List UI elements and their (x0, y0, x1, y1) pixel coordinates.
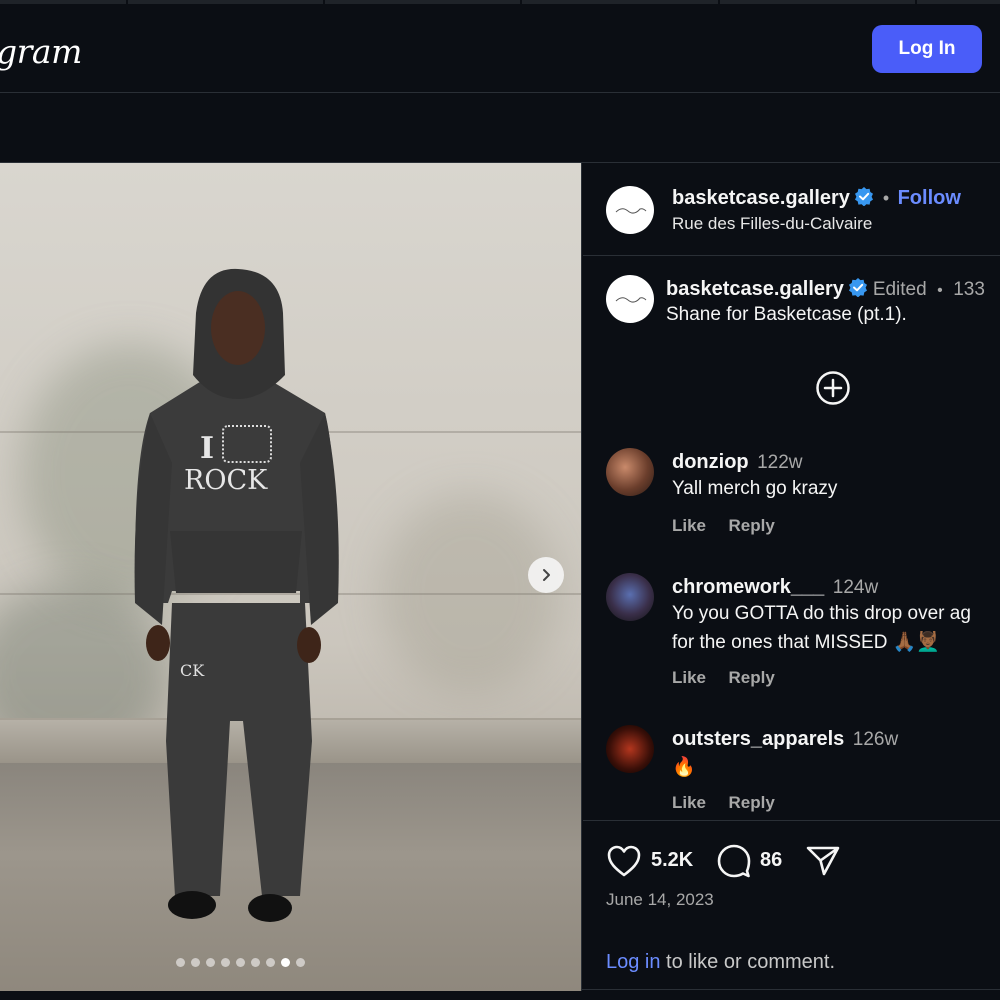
login-link[interactable]: Log in (606, 951, 661, 973)
comment-text-line-2: for the ones that MISSED 🙏🏾💆🏾‍♂️ (672, 632, 941, 653)
comment-icon[interactable] (716, 843, 752, 879)
login-prompt-text: to like or comment. (660, 951, 836, 973)
post-container: I ROCK CK basketcase.gallery • Follow Ru… (0, 162, 1000, 991)
comment-reply-button[interactable]: Reply (728, 793, 774, 812)
carousel-dot (266, 958, 275, 967)
comment-like-button[interactable]: Like (672, 668, 706, 687)
commenter-avatar[interactable] (606, 573, 654, 621)
caption-time: 133 (953, 279, 985, 300)
post-date: June 14, 2023 (606, 890, 714, 909)
carousel-dot (221, 958, 230, 967)
comment-time: 124w (832, 577, 879, 598)
comment-like-button[interactable]: Like (672, 516, 706, 535)
carousel-dot (176, 958, 185, 967)
post-location[interactable]: Rue des Filles-du-Calvaire (672, 214, 872, 234)
hoodie-print: I (200, 431, 215, 466)
post-author-name[interactable]: basketcase.gallery (672, 187, 850, 209)
author-avatar[interactable] (606, 186, 654, 234)
verified-icon (855, 187, 874, 206)
post-header: basketcase.gallery • Follow Rue des Fill… (583, 163, 1000, 256)
pants-rock-print: CK (180, 661, 205, 680)
comment-text: Yall merch go krazy (672, 478, 838, 499)
hoodie-drum-graphic (222, 425, 272, 463)
comment-text: 🔥 (672, 757, 696, 778)
login-button[interactable]: Log In (872, 25, 982, 73)
caption-author-name[interactable]: basketcase.gallery (666, 278, 844, 300)
comment-username[interactable]: outsters_apparels (672, 728, 844, 750)
comment-count[interactable]: 86 (760, 849, 782, 872)
share-icon[interactable] (805, 843, 841, 879)
commenter-avatar[interactable] (606, 448, 654, 496)
comment-time: 122w (757, 452, 803, 473)
carousel-dot (191, 958, 200, 967)
post-image[interactable]: I ROCK CK (0, 163, 582, 991)
carousel-dot (296, 958, 305, 967)
carousel-dot-active (281, 958, 290, 967)
commenter-avatar[interactable] (606, 725, 654, 773)
model-figure (134, 268, 339, 922)
post-side-panel: basketcase.gallery • Follow Rue des Fill… (583, 163, 1000, 991)
hoodie-rock-print: ROCK (184, 465, 268, 496)
comment-time: 126w (852, 729, 899, 750)
chevron-right-icon (543, 569, 550, 581)
instagram-logo[interactable]: gram (0, 32, 82, 71)
follow-button[interactable]: Follow (898, 187, 961, 209)
comment-username[interactable]: chromework___ (672, 576, 824, 598)
verified-icon (849, 278, 868, 297)
like-count[interactable]: 5.2K (651, 849, 693, 872)
next-slide-button[interactable] (528, 557, 564, 593)
separator-dot: • (882, 188, 890, 208)
carousel-dots (176, 958, 305, 968)
separator-dot: • (937, 282, 943, 299)
caption-author-avatar[interactable] (606, 275, 654, 323)
heart-icon[interactable] (606, 844, 642, 878)
caption-text: Shane for Basketcase (pt.1). (666, 304, 907, 325)
edited-label: Edited (872, 279, 927, 300)
carousel-dot (236, 958, 245, 967)
comment-like-button[interactable]: Like (672, 793, 706, 812)
carousel-dot (251, 958, 260, 967)
comment-reply-button[interactable]: Reply (728, 516, 774, 535)
comment-username[interactable]: donziop (672, 451, 749, 473)
top-header: gram Log In (0, 4, 1000, 93)
carousel-dot (206, 958, 215, 967)
comment-text-line-1: Yo you GOTTA do this drop over ag (672, 603, 971, 624)
comment-reply-button[interactable]: Reply (728, 668, 774, 687)
add-circle-icon[interactable] (815, 370, 851, 406)
post-actions-bar: 5.2K 86 June 14, 2023 Log in to like or … (583, 820, 1000, 991)
